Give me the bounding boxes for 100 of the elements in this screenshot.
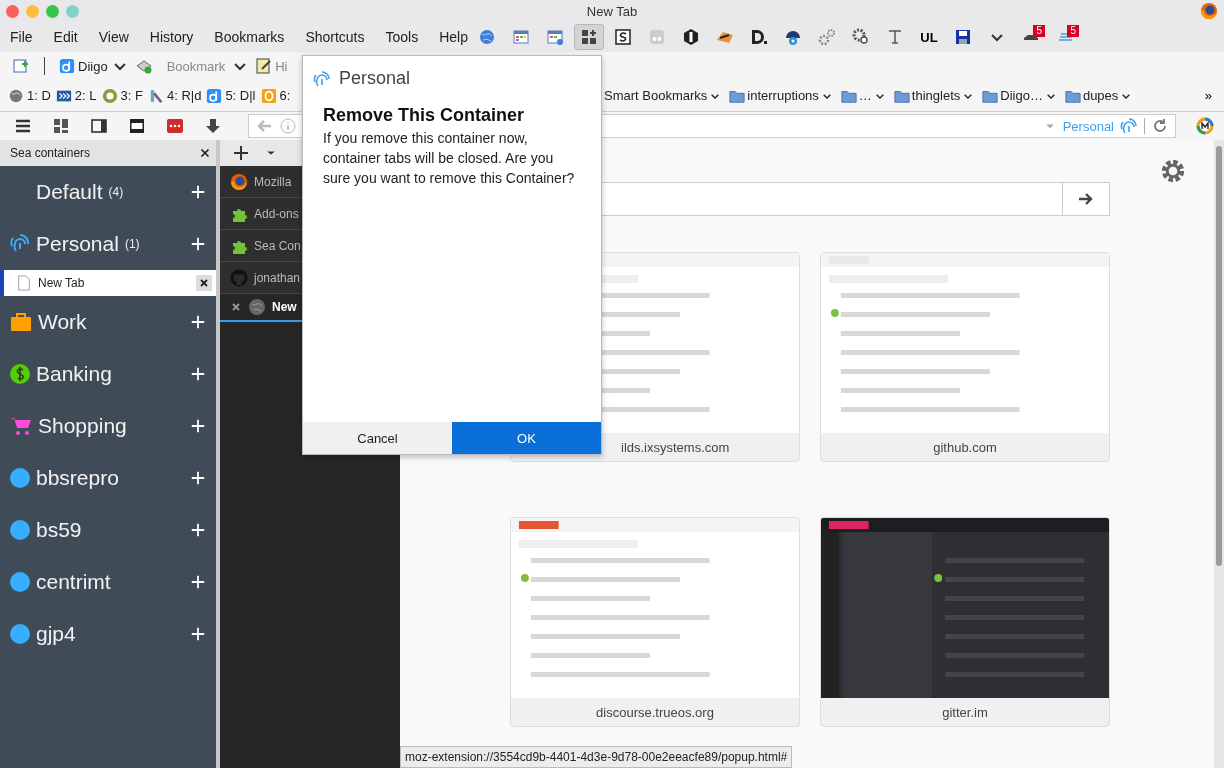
plus-icon [190, 574, 206, 590]
cloud-icon [1024, 34, 1038, 40]
flower-icon [101, 87, 118, 104]
o-logo-icon [260, 87, 277, 104]
globe-icon [248, 298, 266, 316]
github-icon [230, 268, 248, 287]
container-name[interactable]: centrimt [36, 570, 111, 594]
toolbar-button[interactable]: 5 [1016, 24, 1046, 50]
m-logo-icon [1196, 117, 1214, 135]
close-icon [198, 277, 210, 289]
container-name[interactable]: bs59 [36, 518, 82, 542]
bookmark-folder[interactable]: … [840, 87, 886, 104]
bookmark-item[interactable]: 5: D|l [206, 87, 256, 104]
bookmark-menu[interactable]: Smart Bookmarks [604, 88, 722, 103]
plus-icon [190, 626, 206, 642]
diigo-icon [59, 58, 75, 74]
bookmark-item[interactable]: 1: D [8, 87, 51, 104]
notification-badge: 5 [1033, 25, 1045, 37]
site-label: gitter.im [942, 704, 988, 720]
firefox-icon [1200, 2, 1218, 20]
container-name[interactable]: Shopping [38, 414, 127, 438]
type-icon [886, 28, 904, 46]
tab-count: (1) [124, 237, 140, 251]
bookmark-item[interactable]: 6: [260, 87, 291, 104]
site-label: ilds.ixsystems.com [621, 439, 730, 455]
fingerprint-icon [313, 69, 331, 88]
container-name[interactable]: Default [36, 180, 103, 204]
plus-icon [190, 418, 206, 434]
search-go-button[interactable] [1062, 182, 1110, 216]
notes-icon [255, 57, 274, 75]
plus-icon [190, 470, 206, 486]
toolbar-button[interactable]: UL [914, 24, 944, 50]
gear-icon [852, 28, 870, 46]
tape-icon [128, 117, 146, 135]
plus-icon [190, 314, 206, 330]
toolbar-label: UL [920, 29, 938, 45]
container-name[interactable]: Banking [36, 362, 112, 386]
bookmark-item[interactable]: 4: R|d [147, 87, 202, 104]
plus-icon [190, 522, 206, 538]
site-tile[interactable]: github.com [820, 252, 1110, 462]
globe-icon [8, 87, 24, 104]
diigo-icon [206, 87, 223, 104]
bookmark-folder[interactable]: dupes [1064, 87, 1133, 104]
containers-icon [580, 28, 598, 46]
close-button[interactable] [6, 4, 19, 18]
page-icon [16, 275, 32, 291]
bookmark-item[interactable]: 2: L [55, 87, 97, 104]
status-url: moz-extension://3554cd9b-4401-4d3e-9d78-00e2eeacfe89/popup.html# [400, 746, 793, 768]
diigo-button[interactable]: Diigo [59, 57, 129, 75]
notification-badge: 5 [1067, 25, 1079, 37]
menu-item[interactable]: Tools [385, 27, 419, 47]
firefox-icon [230, 172, 248, 191]
plus-icon [190, 184, 206, 200]
d-logo-icon [750, 28, 768, 46]
site-tile[interactable]: discourse.trueos.org [510, 517, 800, 727]
s-box-icon [614, 28, 632, 46]
close-icon [230, 301, 242, 313]
container-name[interactable]: gjp4 [36, 622, 76, 646]
cancel-button[interactable]: Cancel [303, 422, 452, 454]
overflow-button[interactable]: » [1204, 88, 1212, 103]
container-name[interactable]: Work [38, 310, 87, 334]
bookmark-folder[interactable]: thinglets [893, 87, 975, 104]
calendar-icon [546, 28, 564, 46]
calendar-icon [512, 28, 530, 46]
menu-item[interactable]: History [149, 27, 194, 47]
plus-icon [190, 236, 206, 252]
menu-item[interactable]: Help [439, 27, 468, 47]
tab-count: (4) [108, 185, 124, 199]
download-icon [204, 117, 222, 135]
container-name[interactable]: bbsrepro [36, 466, 119, 490]
menu-item[interactable]: Edit [53, 27, 78, 47]
bookmark-folder[interactable]: interruptions [729, 87, 833, 104]
dialog-container-name: Personal [339, 68, 411, 89]
floppy-icon [954, 28, 972, 46]
toolbar-button[interactable]: 5 [1050, 24, 1080, 50]
ok-button[interactable]: OK [452, 422, 601, 454]
reload-icon [1151, 117, 1169, 135]
container-name[interactable]: Personal [36, 232, 119, 256]
settings-icon [1160, 158, 1186, 184]
bookmark-item[interactable]: 3: F [101, 87, 143, 104]
bookmark-folder[interactable]: Diigo… [982, 87, 1057, 104]
menu-icon [14, 117, 32, 135]
tab-title: New Tab [38, 276, 85, 290]
site-tile[interactable]: gitter.im [820, 517, 1110, 727]
info-icon [279, 117, 297, 135]
sidebar-tab[interactable]: New Tab [0, 270, 216, 296]
new-window-icon [12, 57, 30, 75]
toolbar-button[interactable] [574, 24, 604, 50]
menu-item[interactable]: Bookmarks [214, 27, 285, 47]
globe-icon [478, 28, 496, 46]
new-tab-icon [232, 144, 250, 162]
dots-icon [166, 117, 184, 135]
menu-item[interactable]: View [98, 27, 129, 47]
container-label: Personal [1062, 118, 1114, 134]
site-label: github.com [933, 439, 997, 455]
gears-icon [818, 28, 836, 46]
menu-item[interactable]: File [10, 27, 33, 47]
menu-item[interactable]: Shortcuts [305, 27, 365, 47]
mask-icon [648, 28, 666, 46]
site-label: discourse.trueos.org [596, 704, 714, 720]
